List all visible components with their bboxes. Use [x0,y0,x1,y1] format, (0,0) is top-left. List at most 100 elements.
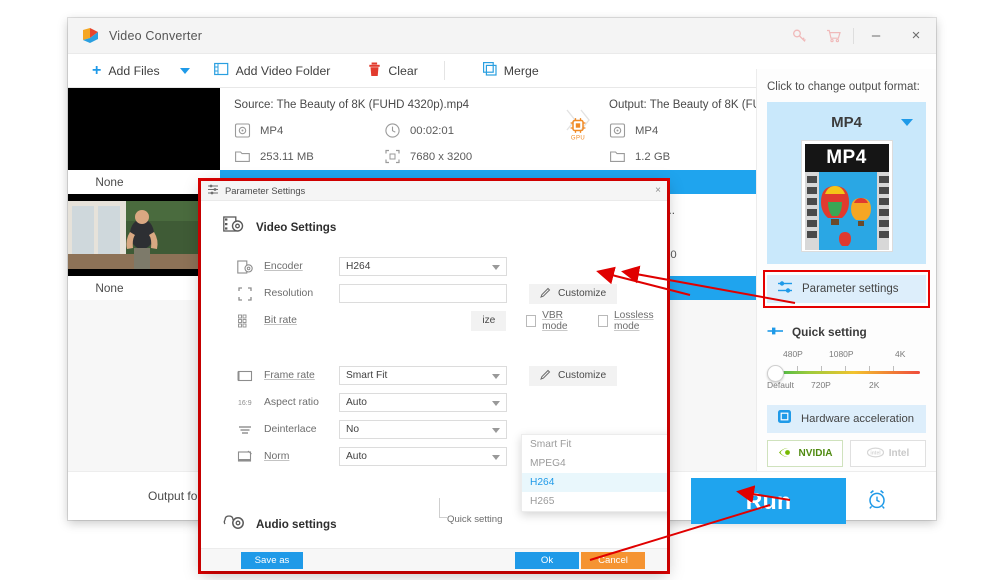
encoder-option-h265[interactable]: H265 [522,492,667,511]
format-header[interactable]: MP4 [767,110,926,134]
convert-arrow: GPU [561,88,595,170]
intel-label: Intel [888,448,910,459]
output-size: 1.2 GB [609,148,759,165]
clear-button[interactable]: Clear [358,54,427,87]
add-video-folder-label: Add Video Folder [235,63,331,78]
cancel-button[interactable]: Cancel [581,551,645,569]
format-icon [234,122,251,139]
checkbox-box [526,314,537,327]
slider-tick-1080p: 1080P [829,349,854,359]
slider-tick-480p: 480P [783,349,803,359]
parameter-settings-dialog: Parameter Settings × Video Settings Enco… [201,181,667,571]
nvidia-button[interactable]: NVIDIA [767,440,843,467]
norm-select[interactable]: Auto [339,447,507,466]
resolution-select[interactable] [339,284,507,303]
lossless-mode-checkbox[interactable]: Lossless mode [598,310,667,332]
aspectratio-row: 16:9 Aspect ratio Auto [201,389,667,416]
format-icon [609,122,626,139]
deinterlace-select[interactable]: No [339,420,507,439]
encoder-row: Encoder H264 [201,253,667,280]
source-meta: MP4 00:02:01 [234,122,547,139]
source-duration-value: 00:02:01 [410,124,454,137]
hardware-acceleration-button[interactable]: Hardware acceleration [767,405,926,433]
aspectratio-select[interactable]: Auto [339,393,507,412]
subtitle-value: None [95,281,124,295]
slider-track[interactable] [773,371,920,374]
svg-text:intel: intel [870,450,881,456]
quick-setting-header: Quick setting [767,323,926,341]
chevron-down-icon [492,401,500,406]
norm-icon [237,449,253,465]
subtitle-text-icon: T [82,174,90,189]
source-duration: 00:02:01 [384,122,534,139]
format-thumb-label: MP4 [826,147,867,168]
source-filename: Source: The Beauty of 8K (FUHD 4320p).mp… [234,99,470,111]
output-format-card[interactable]: MP4 MP4 [767,102,926,264]
encoder-option-h264[interactable]: H264 [522,473,667,492]
quality-slider[interactable]: 480P 1080P 4K Default 720P 2K [767,349,926,397]
format-thumbnail: MP4 [800,140,893,252]
pencil-icon [540,287,551,301]
encoder-label: Encoder [264,261,303,272]
title-bar-controls: – × [783,18,936,53]
aspectratio-icon: 16:9 [237,395,253,411]
pencil-icon [540,369,551,383]
key-icon[interactable] [783,18,817,53]
framerate-select[interactable]: Smart Fit [339,366,507,385]
app-title: Video Converter [109,28,203,43]
svg-text:16:9: 16:9 [238,400,252,407]
clear-label: Clear [388,63,418,78]
slider-tick-default: Default [767,380,794,390]
merge-label: Merge [503,63,539,78]
chevron-down-icon [492,428,500,433]
bitrate-icon [237,313,253,329]
slider-tick-4k: 4K [895,349,906,359]
alarm-clock-icon[interactable] [866,488,888,515]
quick-setting-label: Quick setting [792,325,867,339]
save-as-button[interactable]: Save as [241,551,303,569]
plus-icon: + [92,61,102,79]
dialog-close-icon[interactable]: × [655,185,661,196]
minimize-button[interactable]: – [856,18,896,53]
intel-button[interactable]: intel Intel [850,440,926,467]
video-settings-header: Video Settings [223,215,667,240]
subtitle-bar-spacer [68,170,220,194]
source-meta2: 253.11 MB 7680 x 3200 [234,148,547,165]
slider-tick-720p: 720P [811,380,831,390]
add-files-button[interactable]: + Add Files [82,54,170,87]
encoder-option-mpeg4[interactable]: MPEG4 [522,454,667,473]
add-files-dropdown-icon[interactable] [179,67,190,74]
chevron-down-icon[interactable] [901,119,913,126]
file-thumbnail [68,88,220,170]
quick-setting-icon [767,323,784,341]
encoder-dropdown-list[interactable]: Smart Fit MPEG4 H264 H265 [521,434,667,512]
audio-settings-icon [223,512,245,537]
hardware-acceleration-label: Hardware acceleration [801,413,915,425]
ok-button[interactable]: Ok [515,551,579,569]
close-button[interactable]: × [896,18,936,53]
encoder-option-smart-fit[interactable]: Smart Fit [522,435,667,454]
audio-settings-label: Audio settings [256,518,337,531]
deinterlace-value: No [346,424,360,435]
run-group: Run [691,478,888,524]
deinterlace-label: Deinterlace [264,424,317,435]
merge-button[interactable]: Merge [473,54,549,87]
source-format-value: MP4 [260,124,284,137]
parameter-settings-button[interactable]: Parameter settings [763,270,930,308]
nvidia-icon [778,447,794,461]
bitrate-customize-button[interactable]: ize [471,310,507,331]
resolution-row: Resolution Customize [201,280,667,307]
resolution-customize-button[interactable]: Customize [529,283,618,304]
sidebar-heading: Click to change output format: [767,81,920,93]
resolution-label: Resolution [264,288,314,299]
format-thumb-image [804,172,889,250]
run-button[interactable]: Run [691,478,846,524]
vbr-mode-checkbox[interactable]: VBR mode [526,310,580,332]
video-settings-icon [223,215,245,240]
gpu-badge-label: GPU [570,135,586,142]
add-video-folder-button[interactable]: Add Video Folder [204,54,341,87]
framerate-icon [237,368,253,384]
framerate-customize-button[interactable]: Customize [529,365,618,386]
cart-icon[interactable] [817,18,851,53]
encoder-select[interactable]: H264 [339,257,507,276]
